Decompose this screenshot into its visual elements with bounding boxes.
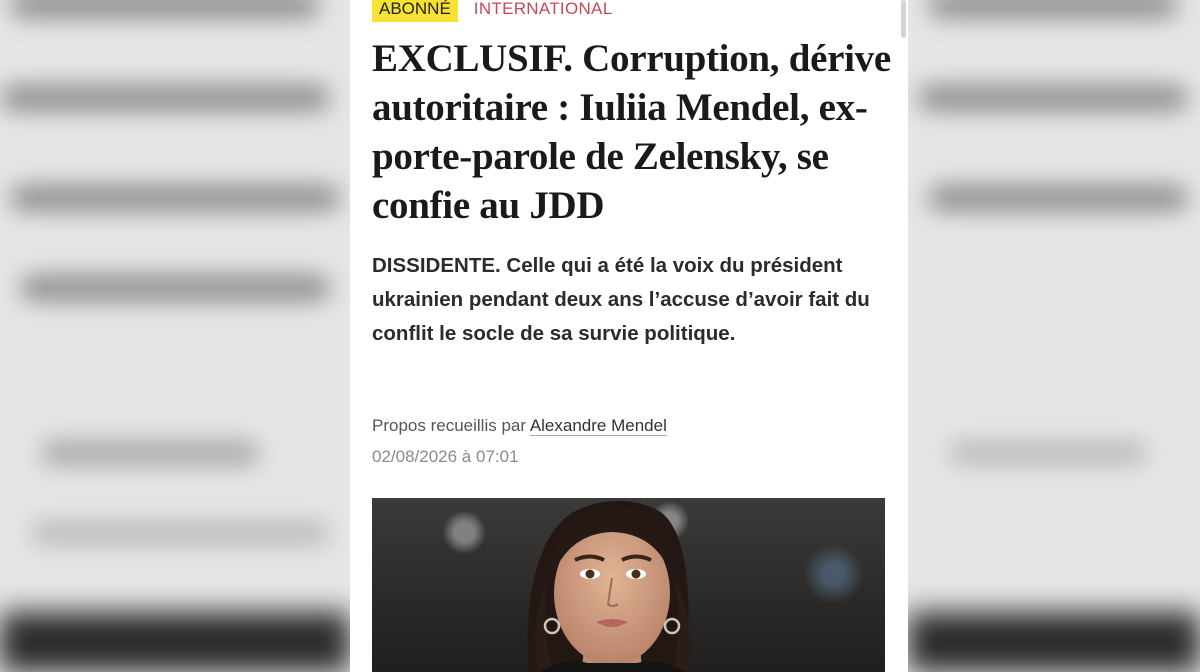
scrollbar[interactable]	[901, 0, 906, 38]
blurred-text-line	[948, 440, 1148, 466]
blurred-photo-area	[0, 612, 350, 672]
blurred-text-line	[10, 185, 340, 211]
blurred-text-line	[10, 0, 320, 18]
blurred-text-line	[918, 85, 1188, 111]
blurred-photo-area	[908, 612, 1200, 672]
subscriber-badge: ABONNÉ	[372, 0, 458, 22]
blurred-text-line	[928, 0, 1178, 18]
publish-date: 02/08/2026 à 07:01	[372, 447, 519, 466]
blurred-background-left	[0, 0, 350, 672]
blurred-text-line	[20, 275, 330, 301]
blurred-text-line	[40, 440, 260, 466]
author-link[interactable]: Alexandre Mendel	[529, 416, 667, 436]
blurred-background-right	[908, 0, 1200, 672]
blurred-text-line	[30, 520, 330, 546]
section-link[interactable]: INTERNATIONAL	[474, 0, 613, 19]
article-headline: EXCLUSIF. Corruption, dérive autoritaire…	[372, 37, 891, 227]
article-kicker: ABONNÉ INTERNATIONAL	[372, 0, 612, 22]
blurred-text-line	[0, 85, 330, 111]
article-page: ABONNÉ INTERNATIONAL EXCLUSIF. Corruptio…	[350, 0, 908, 672]
byline: Propos recueillis par Alexandre Mendel	[372, 414, 667, 438]
article-photo[interactable]	[372, 498, 885, 672]
byline-prefix: Propos recueillis par	[372, 416, 527, 435]
portrait-photo-icon	[527, 501, 690, 672]
article-standfirst: DISSIDENTE. Celle qui a été la voix du p…	[372, 254, 870, 345]
blurred-text-line	[928, 185, 1188, 211]
